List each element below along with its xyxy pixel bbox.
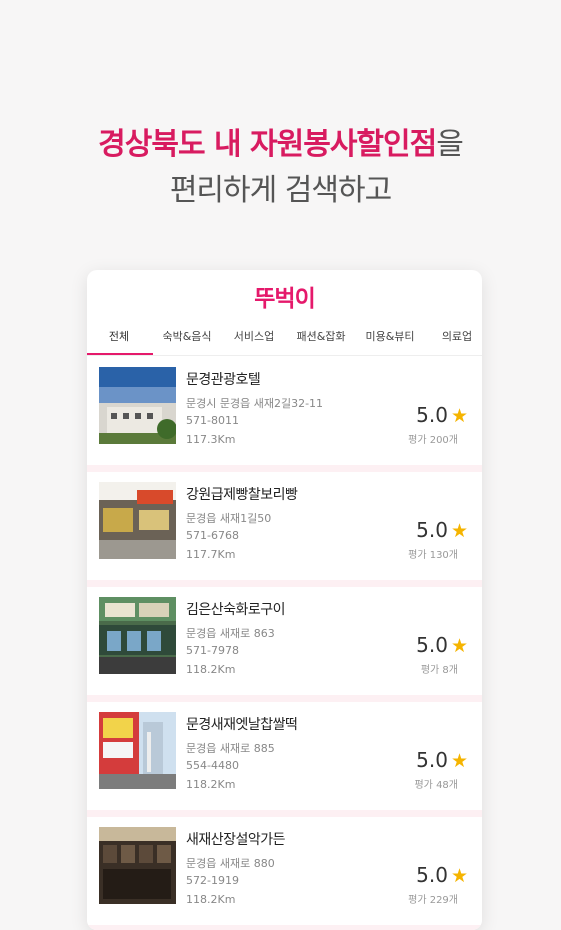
store-rating: 5.0 ★ [416, 748, 468, 772]
store-name: 새재산장설악가든 [186, 832, 286, 848]
tab-medical[interactable]: 의료업 [442, 328, 472, 344]
rating-value: 5.0 [416, 863, 448, 887]
app-preview-card: 뚜벅이 전체 숙박&음식 서비스업 패션&잡화 미용&뷰티 의료업 문경관광호텔… [87, 270, 482, 930]
list-item[interactable]: 문경관광호텔 문경시 문경읍 새재2길32-11 571-8011 117.3K… [87, 357, 482, 472]
active-tab-indicator [87, 353, 153, 355]
headline-suffix: 을 [436, 127, 464, 162]
store-distance: 117.7Km [186, 548, 236, 561]
store-name: 문경관광호텔 [186, 372, 261, 388]
tab-fashion[interactable]: 패션&잡화 [296, 328, 345, 344]
store-address: 문경읍 새재로 885 [186, 742, 275, 755]
store-name: 김은산숙화로구이 [186, 602, 286, 618]
store-phone: 571-6768 [186, 529, 239, 542]
store-address: 문경시 문경읍 새재2길32-11 [186, 397, 324, 410]
store-phone: 554-4480 [186, 759, 239, 772]
tab-all[interactable]: 전체 [109, 328, 129, 344]
tab-service[interactable]: 서비스업 [234, 328, 274, 344]
review-count: 평가 130개 [408, 550, 458, 561]
star-icon: ★ [450, 520, 468, 542]
store-phone: 571-8011 [186, 414, 239, 427]
rice-cake-shop-photo [99, 712, 176, 789]
star-icon: ★ [450, 865, 468, 887]
star-icon: ★ [450, 405, 468, 427]
subline: 편리하게 검색하고 [169, 173, 392, 208]
headline-highlight: 경상북도 내 자원봉사할인점 [98, 127, 437, 162]
store-phone: 571-7978 [186, 644, 239, 657]
tab-lodging-food[interactable]: 숙박&음식 [162, 328, 211, 344]
rating-value: 5.0 [416, 518, 448, 542]
review-count: 평가 229개 [408, 895, 458, 906]
restaurant-photo [99, 597, 176, 674]
list-item[interactable]: 강원급제빵찰보리빵 문경읍 새재1길50 571-6768 117.7Km 5.… [87, 472, 482, 587]
store-distance: 118.2Km [186, 778, 236, 791]
rating-value: 5.0 [416, 633, 448, 657]
store-name: 강원급제빵찰보리빵 [186, 487, 298, 503]
app-logo: 뚜벅이 [254, 286, 315, 312]
list-item[interactable]: 김은산숙화로구이 문경읍 새재로 863 571-7978 118.2Km 5.… [87, 587, 482, 702]
review-count: 평가 200개 [408, 435, 458, 446]
star-icon: ★ [450, 750, 468, 772]
review-count: 평가 48개 [414, 780, 458, 791]
store-rating: 5.0 ★ [416, 403, 468, 427]
store-distance: 117.3Km [186, 433, 236, 446]
store-phone: 572-1919 [186, 874, 239, 887]
hotel-photo [99, 367, 176, 444]
store-list: 문경관광호텔 문경시 문경읍 새재2길32-11 571-8011 117.3K… [87, 357, 482, 930]
review-count: 평가 8개 [420, 665, 458, 676]
store-distance: 118.2Km [186, 663, 236, 676]
store-rating: 5.0 ★ [416, 633, 468, 657]
rating-value: 5.0 [416, 748, 448, 772]
store-rating: 5.0 ★ [416, 518, 468, 542]
store-address: 문경읍 새재로 863 [186, 627, 275, 640]
store-name: 문경새재엣날찹쌀떡 [186, 717, 298, 733]
bakery-photo [99, 482, 176, 559]
headline: 경상북도 내 자원봉사할인점을 [0, 119, 561, 163]
store-rating: 5.0 ★ [416, 863, 468, 887]
tab-beauty[interactable]: 미용&뷰티 [365, 328, 414, 344]
garden-restaurant-photo [99, 827, 176, 904]
store-address: 문경읍 새재로 880 [186, 857, 275, 870]
category-tabs: 전체 숙박&음식 서비스업 패션&잡화 미용&뷰티 의료업 [87, 325, 482, 356]
list-item[interactable]: 새재산장설악가든 문경읍 새재로 880 572-1919 118.2Km 5.… [87, 817, 482, 930]
list-item[interactable]: 문경새재엣날찹쌀떡 문경읍 새재로 885 554-4480 118.2Km 5… [87, 702, 482, 817]
store-address: 문경읍 새재1길50 [186, 512, 272, 525]
rating-value: 5.0 [416, 403, 448, 427]
star-icon: ★ [450, 635, 468, 657]
